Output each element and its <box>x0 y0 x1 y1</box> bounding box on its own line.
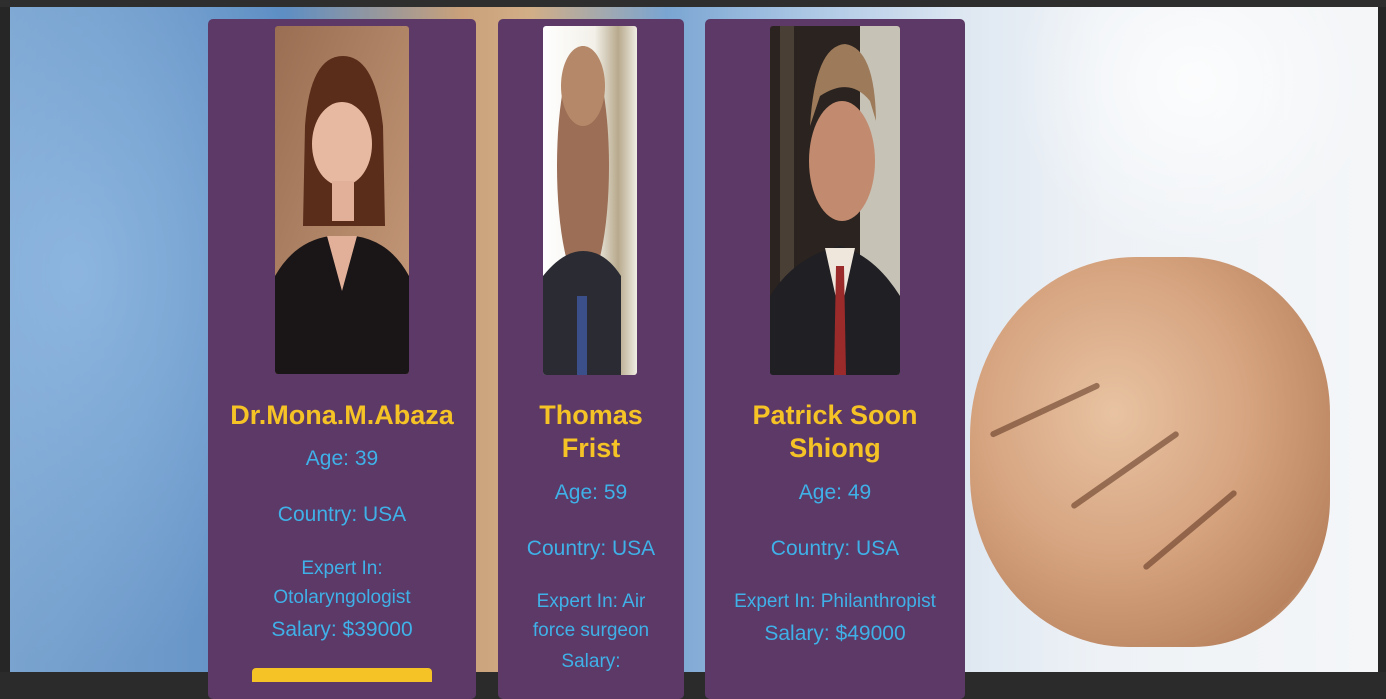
window-top-bar <box>0 0 1386 7</box>
doctor-expertise: Expert In: Philanthropist <box>734 591 936 612</box>
scrollbar-track[interactable] <box>1378 7 1386 672</box>
doctor-name: Thomas <box>539 400 643 430</box>
doctor-name-cont: Shiong <box>789 433 881 463</box>
doctor-expertise-cont: force surgeon <box>532 620 650 641</box>
doctor-expertise: Expert In: Air <box>536 591 646 612</box>
doctor-country: Country: USA <box>770 537 900 560</box>
doctor-country: Country: USA <box>526 537 656 560</box>
doctor-photo <box>770 26 900 375</box>
card-action-button[interactable] <box>252 668 432 682</box>
doctor-salary: Salary: $39000 <box>271 618 413 641</box>
doctor-photo <box>275 26 409 374</box>
doctor-age: Age: 39 <box>305 447 379 470</box>
doctor-name-cont: Frist <box>561 433 621 463</box>
doctor-card: Patrick Soon Shiong Age: 49 Country: USA… <box>705 19 965 699</box>
left-edge <box>0 7 10 672</box>
doctor-card: Thomas Frist Age: 59 Country: USA Expert… <box>498 19 684 699</box>
doctor-age: Age: 49 <box>798 481 872 504</box>
doctor-expertise-cont: Otolaryngologist <box>273 587 411 608</box>
doctor-salary: Salary: $49000 <box>764 622 906 645</box>
doctor-card: Dr.Mona.M.Abaza Age: 39 Country: USA Exp… <box>208 19 476 699</box>
doctor-name: Patrick Soon <box>752 400 918 430</box>
doctor-name: Dr.Mona.M.Abaza <box>230 400 454 430</box>
doctor-expertise: Expert In: <box>301 558 383 579</box>
doctor-country: Country: USA <box>277 503 407 526</box>
doctor-photo <box>543 26 637 375</box>
doctor-age: Age: 59 <box>554 481 628 504</box>
